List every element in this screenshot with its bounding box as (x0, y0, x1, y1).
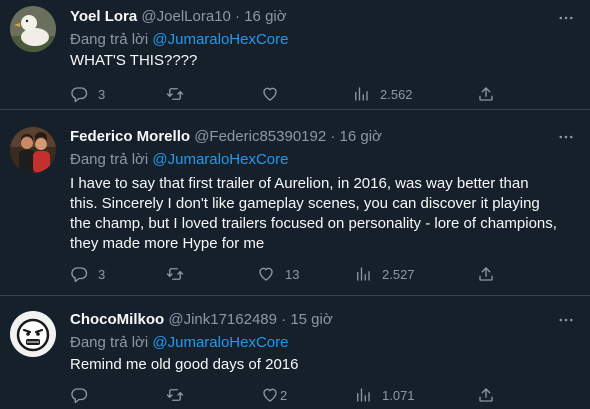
author-name[interactable]: Federico Morello (70, 128, 190, 145)
tweet-text-line: Remind me old good days of 2016 (70, 356, 299, 373)
views-count: 2.527 (382, 266, 415, 282)
more-icon[interactable] (556, 8, 576, 28)
like-button[interactable] (261, 383, 289, 407)
tweet-text: Remind me old good days of 2016 (70, 355, 578, 375)
tweet-text: WHAT'S THIS???? (70, 51, 578, 71)
reply-button[interactable] (70, 383, 98, 407)
tweet-text-line: they made more Hype for me (70, 235, 265, 252)
tweet-header: Federico Morello @Federic85390192 · 16 g… (70, 128, 382, 145)
retweet-button[interactable] (166, 82, 194, 106)
reply-icon (71, 87, 88, 103)
share-icon (479, 87, 493, 101)
views-icon (357, 388, 370, 402)
mention-link[interactable]: @JumaraloHexCore (152, 151, 288, 168)
retweet-icon (166, 268, 184, 280)
reply-context: Đang trả lời @JumaraloHexCore (70, 31, 288, 48)
tweet-header: Yoel Lora @JoelLora10 · 16 giờ (70, 8, 287, 25)
like-icon (259, 267, 273, 281)
action-bar: 2 1.071 (70, 383, 510, 407)
dot-separator: · (330, 128, 336, 145)
author-handle[interactable]: @Federic85390192 (194, 128, 326, 145)
tweet-1[interactable]: Yoel Lora @JoelLora10 · 16 giờ Đang trả … (0, 0, 590, 110)
views-count: 2.562 (380, 86, 413, 102)
views-button[interactable]: 2.527 (354, 262, 415, 286)
tweet-text-line: I have to say that first trailer of Aure… (70, 175, 529, 192)
reply-icon (71, 388, 88, 404)
reply-count: 3 (98, 266, 106, 282)
tweet-text-line: the champ, but I loved trailers focused … (70, 215, 557, 232)
like-icon (263, 87, 277, 101)
share-icon (479, 388, 493, 402)
like-count: 13 (285, 266, 300, 282)
reply-prefix: Đang trả lời (70, 334, 149, 351)
reply-count: 3 (98, 86, 106, 102)
mention-link[interactable]: @JumaraloHexCore (152, 334, 288, 351)
author-name[interactable]: Yoel Lora (70, 8, 137, 25)
avatar-duck[interactable] (10, 6, 56, 52)
more-icon[interactable] (556, 127, 576, 147)
timestamp[interactable]: 16 giờ (244, 8, 286, 25)
tweet-header: ChocoMilkoo @Jink17162489 · 15 giờ (70, 311, 333, 328)
dot-separator: · (235, 8, 241, 25)
reply-prefix: Đang trả lời (70, 31, 149, 48)
reply-context: Đang trả lời @JumaraloHexCore (70, 151, 288, 168)
action-bar: 3 13 2.527 (70, 262, 510, 286)
tweet-text: I have to say that first trailer of Aure… (70, 174, 578, 254)
tweet-text-line: this. Sincerely I don't like gameplay sc… (70, 195, 540, 212)
like-icon (263, 388, 277, 402)
reply-prefix: Đang trả lời (70, 151, 149, 168)
action-bar: 3 2.562 (70, 82, 510, 106)
avatar-couple[interactable] (10, 127, 56, 173)
reply-button[interactable]: 3 (70, 82, 105, 106)
tweet-2[interactable]: Federico Morello @Federic85390192 · 16 g… (0, 110, 590, 296)
views-count: 1.071 (382, 387, 415, 403)
retweet-icon (166, 389, 184, 401)
retweet-icon (166, 88, 184, 100)
dot-separator: · (281, 311, 287, 328)
reply-icon (71, 267, 88, 283)
like-button[interactable] (261, 82, 289, 106)
views-icon (357, 267, 370, 281)
mention-link[interactable]: @JumaraloHexCore (152, 31, 288, 48)
tweet-text-line: WHAT'S THIS???? (70, 52, 198, 69)
views-button[interactable]: 2.562 (352, 82, 413, 106)
views-icon (355, 87, 368, 101)
views-button[interactable]: 1.071 (354, 383, 415, 407)
retweet-button[interactable] (166, 262, 194, 286)
share-button[interactable] (477, 82, 495, 106)
author-handle[interactable]: @JoelLora10 (141, 8, 230, 25)
timestamp[interactable]: 16 giờ (340, 128, 382, 145)
author-handle[interactable]: @Jink17162489 (168, 311, 277, 328)
avatar-cartoon-face[interactable] (10, 311, 56, 357)
reply-button[interactable]: 3 (70, 262, 105, 286)
share-button[interactable] (477, 383, 495, 407)
timestamp[interactable]: 15 giờ (290, 311, 332, 328)
share-icon (479, 267, 493, 281)
author-name[interactable]: ChocoMilkoo (70, 311, 164, 328)
tweet-3[interactable]: ChocoMilkoo @Jink17162489 · 15 giờ Đang … (0, 296, 590, 409)
more-icon[interactable] (556, 310, 576, 330)
share-button[interactable] (477, 262, 495, 286)
reply-context: Đang trả lời @JumaraloHexCore (70, 334, 288, 351)
like-button[interactable]: 13 (257, 262, 299, 286)
